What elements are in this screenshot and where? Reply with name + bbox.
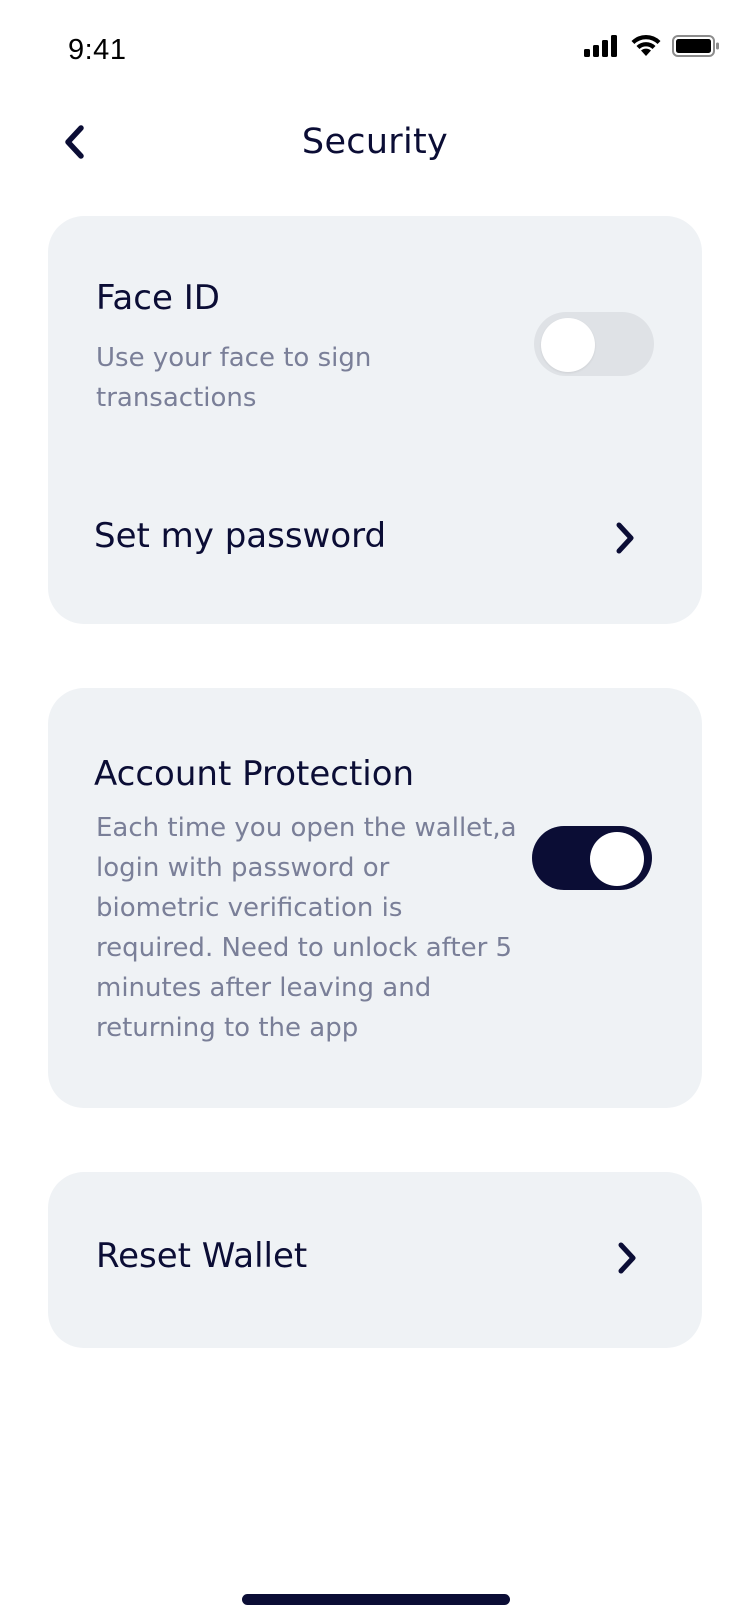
- face-id-description-line: Use your face to sign: [96, 343, 372, 373]
- page-title: Security: [301, 122, 449, 162]
- face-id-title: Face ID: [96, 278, 220, 318]
- status-icons: [584, 34, 720, 62]
- chevron-right-icon: [612, 1238, 642, 1278]
- face-id-toggle[interactable]: [534, 312, 654, 376]
- set-password-row[interactable]: Set my password: [48, 486, 702, 586]
- account-protection-toggle[interactable]: [532, 826, 652, 890]
- security-options-card: Face ID Use your face to sign transactio…: [48, 216, 702, 624]
- account-protection-description: Each time you open the wallet,a login wi…: [96, 808, 517, 1048]
- account-protection-description-line: biometric verification is: [96, 893, 403, 923]
- cellular-signal-icon: [584, 34, 620, 62]
- account-protection-description-line: login with password or: [96, 853, 390, 883]
- status-time: 9:41: [68, 34, 127, 66]
- status-bar: 9:41: [0, 0, 750, 96]
- reset-wallet-label: Reset Wallet: [96, 1236, 308, 1276]
- account-protection-description-line: required. Need to unlock after 5: [96, 933, 513, 963]
- battery-icon: [672, 34, 720, 62]
- toggle-knob: [541, 318, 595, 372]
- face-id-description: Use your face to sign transactions: [96, 338, 371, 418]
- home-indicator: [242, 1594, 510, 1605]
- reset-wallet-card[interactable]: Reset Wallet: [48, 1172, 702, 1348]
- account-protection-description-line: minutes after leaving and: [96, 973, 432, 1003]
- set-password-label: Set my password: [94, 516, 387, 556]
- navigation-bar: Security: [0, 108, 750, 182]
- account-protection-title: Account Protection: [94, 754, 415, 794]
- wifi-icon: [630, 34, 662, 62]
- account-protection-description-line: Each time you open the wallet,a: [96, 813, 517, 843]
- account-protection-card: Account Protection Each time you open th…: [48, 688, 702, 1108]
- account-protection-description-line: returning to the app: [96, 1013, 359, 1043]
- face-id-description-line: transactions: [96, 383, 257, 413]
- toggle-knob: [590, 832, 644, 886]
- chevron-right-icon: [610, 518, 640, 558]
